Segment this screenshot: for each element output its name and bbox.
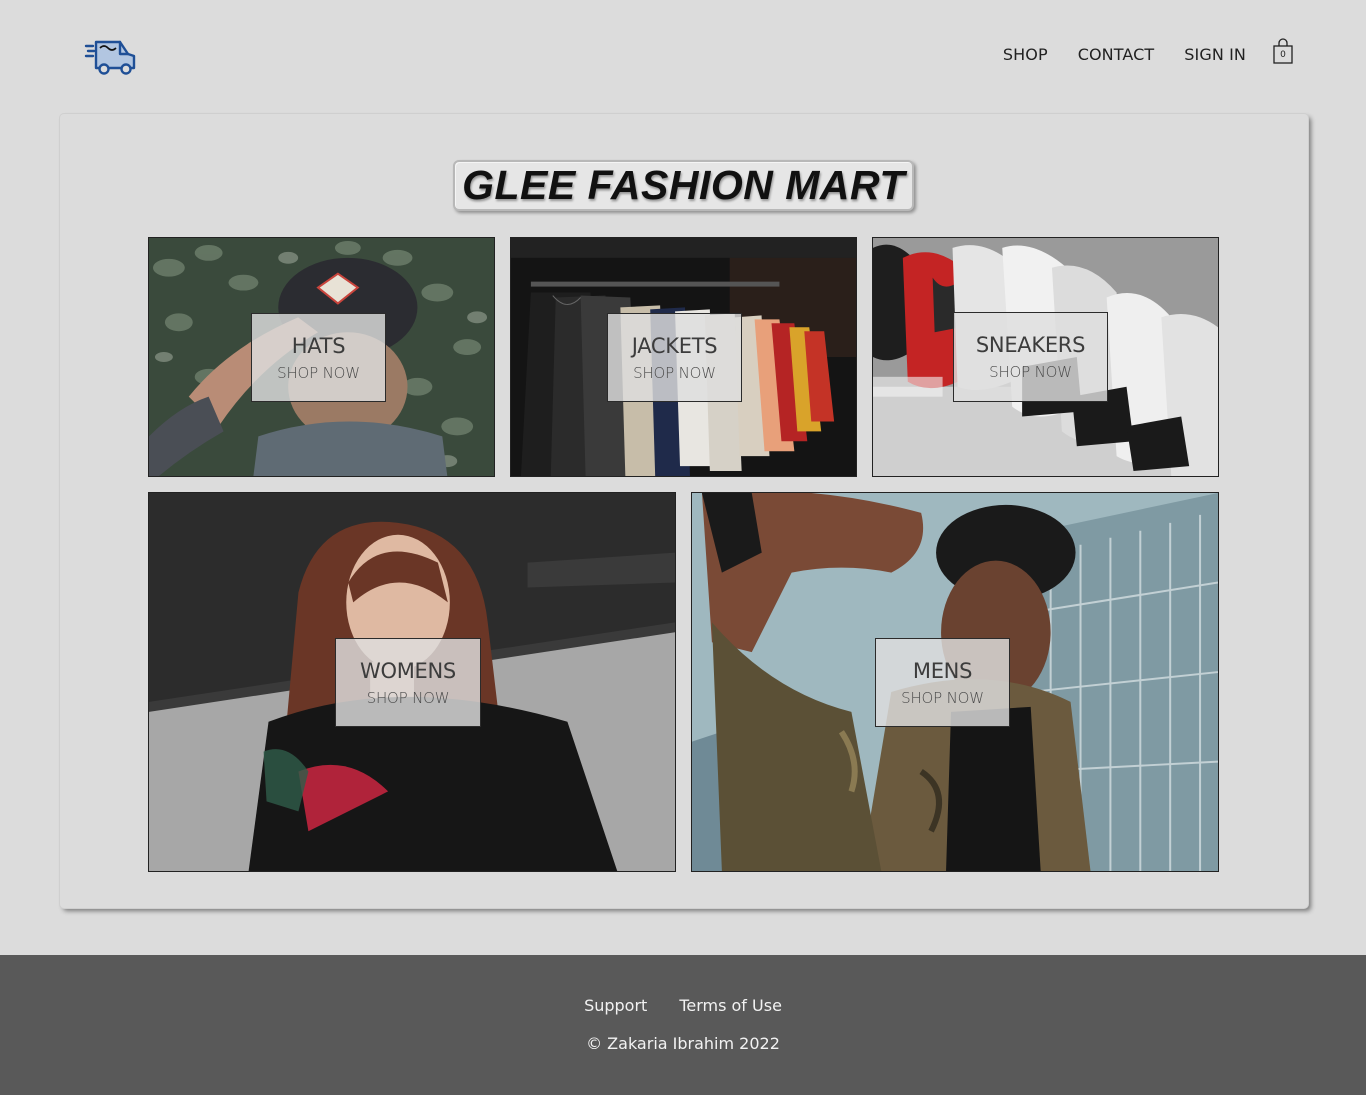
category-label-box: HATS SHOP NOW — [251, 313, 386, 402]
delivery-van-icon — [84, 40, 136, 75]
category-label-box: WOMENS SHOP NOW — [335, 638, 481, 727]
shop-now-link[interactable]: SHOP NOW — [989, 362, 1072, 382]
cart-button[interactable]: 0 — [1272, 38, 1294, 66]
category-tile-mens[interactable]: MENS SHOP NOW — [691, 492, 1219, 872]
category-tile-hats[interactable]: HATS SHOP NOW — [148, 237, 495, 477]
footer-link-terms[interactable]: Terms of Use — [679, 996, 782, 1015]
footer-link-support[interactable]: Support — [584, 996, 647, 1015]
copyright: © Zakaria Ibrahim 2022 — [586, 1034, 780, 1053]
site-header: SHOP CONTACT SIGN IN 0 — [0, 0, 1366, 110]
shop-now-link[interactable]: SHOP NOW — [633, 363, 716, 383]
site-footer: Support Terms of Use © Zakaria Ibrahim 2… — [0, 955, 1366, 1095]
category-label-box: SNEAKERS SHOP NOW — [953, 312, 1108, 402]
footer-links: Support Terms of Use — [0, 996, 1366, 1015]
shop-now-link[interactable]: SHOP NOW — [367, 688, 450, 708]
logo[interactable] — [84, 34, 138, 78]
nav-link-contact[interactable]: CONTACT — [1078, 45, 1155, 64]
category-title: WOMENS — [360, 658, 456, 683]
category-tile-jackets[interactable]: JACKETS SHOP NOW — [510, 237, 857, 477]
nav-link-shop[interactable]: SHOP — [1003, 45, 1048, 64]
store-title-badge: GLEE FASHION MART — [453, 160, 914, 211]
category-label-box: MENS SHOP NOW — [875, 638, 1010, 727]
category-tile-sneakers[interactable]: SNEAKERS SHOP NOW — [872, 237, 1219, 477]
main-nav: SHOP CONTACT SIGN IN 0 — [973, 38, 1294, 68]
category-tile-womens[interactable]: WOMENS SHOP NOW — [148, 492, 676, 872]
nav-link-sign-in[interactable]: SIGN IN — [1184, 45, 1246, 64]
category-title: MENS — [912, 658, 973, 683]
shop-now-link[interactable]: SHOP NOW — [901, 688, 984, 708]
cart-count: 0 — [1280, 50, 1286, 60]
shop-now-link[interactable]: SHOP NOW — [277, 363, 360, 383]
category-label-box: JACKETS SHOP NOW — [607, 313, 742, 402]
category-title: HATS — [291, 333, 346, 358]
directory-panel: GLEE FASHION MART HATS SHOP NOW JACKETS … — [60, 114, 1308, 908]
category-title: SNEAKERS — [975, 333, 1086, 357]
category-title: JACKETS — [631, 333, 718, 358]
page-title: GLEE FASHION MART — [462, 162, 905, 208]
